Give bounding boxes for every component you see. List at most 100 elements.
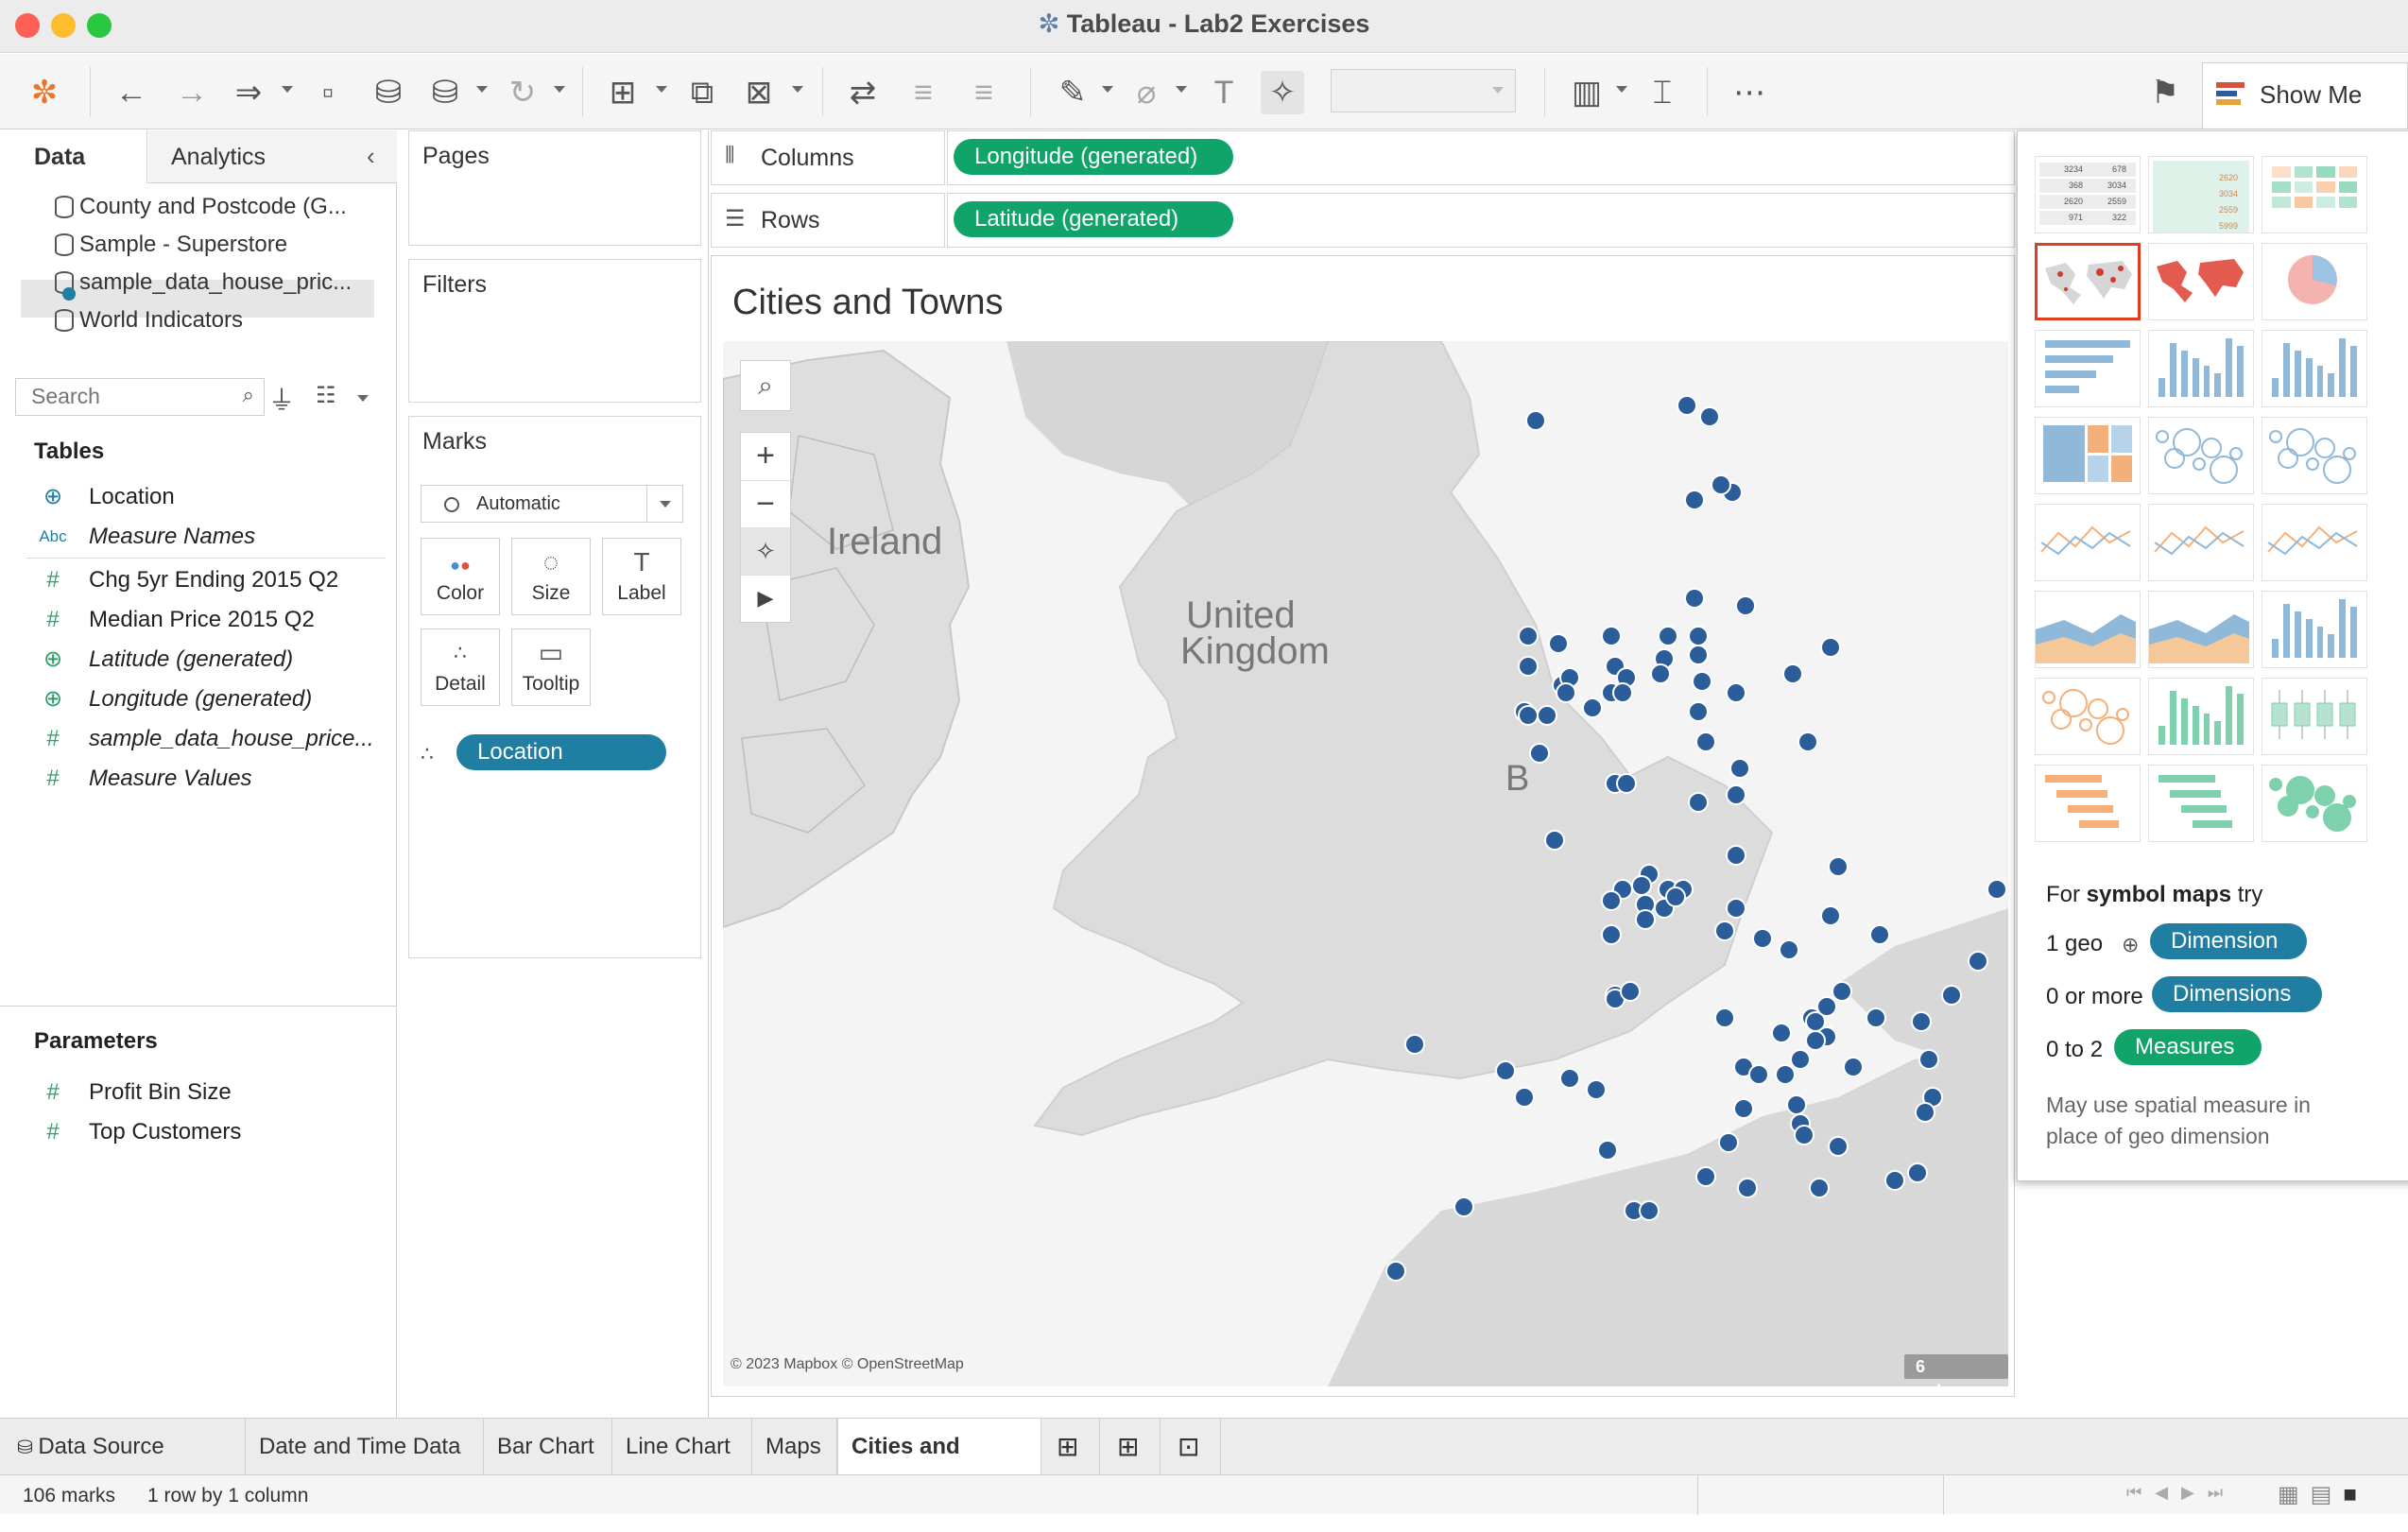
city-point[interactable] xyxy=(1718,1132,1739,1153)
city-point[interactable] xyxy=(1752,928,1773,949)
field-median-price[interactable]: # Median Price 2015 Q2 xyxy=(46,601,315,639)
show-me-thumb-boxplot[interactable] xyxy=(2262,678,2367,755)
group-members-icon[interactable]: ⌀ xyxy=(1125,71,1168,114)
show-me-thumb-heat[interactable] xyxy=(2262,156,2367,233)
city-point[interactable] xyxy=(1869,924,1890,945)
city-point[interactable] xyxy=(1677,395,1697,416)
city-point[interactable] xyxy=(1820,905,1841,926)
city-point[interactable] xyxy=(1779,939,1799,960)
city-point[interactable] xyxy=(1775,1064,1796,1085)
city-point[interactable] xyxy=(1907,1162,1928,1183)
city-point[interactable] xyxy=(1771,1023,1792,1043)
show-me-thumb-histogram[interactable] xyxy=(2148,678,2254,755)
city-point[interactable] xyxy=(1658,626,1678,646)
city-point[interactable] xyxy=(1987,879,2007,900)
field-location[interactable]: ⊕ Location xyxy=(43,478,175,516)
show-me-thumb-filledmap[interactable] xyxy=(2148,243,2254,320)
city-point[interactable] xyxy=(1809,1178,1830,1198)
city-point[interactable] xyxy=(1737,1178,1758,1198)
show-me-thumb-highlight[interactable]: 2620 3034 2559 5999 xyxy=(2148,156,2254,233)
sheet-navigation-icons[interactable]: ⏮◀▶⏭ xyxy=(2126,1483,2236,1503)
show-me-thumb-pie[interactable] xyxy=(2262,243,2367,320)
rows-shelf[interactable]: Latitude (generated) xyxy=(947,193,2015,248)
search-input[interactable] xyxy=(31,379,230,413)
tab-cities-and-towns[interactable]: Cities and Towns xyxy=(837,1419,1041,1516)
city-point[interactable] xyxy=(1601,924,1622,945)
city-point[interactable] xyxy=(1726,682,1746,703)
tab-analytics[interactable]: Analytics xyxy=(148,130,397,183)
city-point[interactable] xyxy=(1688,792,1709,813)
city-point[interactable] xyxy=(1692,671,1712,692)
tab-maps[interactable]: Maps xyxy=(752,1419,837,1475)
city-point[interactable] xyxy=(1612,682,1633,703)
city-point[interactable] xyxy=(1790,1049,1811,1070)
show-me-thumb-table[interactable]: 3234 678 368 3034 2620 2559 971 322 xyxy=(2035,156,2141,233)
tab-data[interactable]: Data xyxy=(0,130,147,183)
tableau-start-icon[interactable]: ✼ xyxy=(23,71,66,114)
data-source-item-selected[interactable]: sample_data_house_pric... xyxy=(55,265,352,301)
city-point[interactable] xyxy=(1688,626,1709,646)
city-point[interactable] xyxy=(1794,1125,1815,1145)
city-point[interactable] xyxy=(1385,1261,1406,1282)
show-me-button[interactable]: Show Me xyxy=(2202,62,2408,129)
map-search-icon[interactable]: ⌕ xyxy=(740,360,791,411)
location-detail-pill[interactable]: Location xyxy=(456,734,666,770)
show-mark-labels-icon[interactable]: T xyxy=(1202,71,1246,114)
city-point[interactable] xyxy=(1559,1068,1580,1089)
show-me-thumb-hbar[interactable] xyxy=(2035,330,2141,407)
expand-toolbar-icon[interactable]: ▶ xyxy=(741,575,790,622)
city-point[interactable] xyxy=(1525,410,1546,431)
search-field[interactable]: ⌕ xyxy=(15,378,265,416)
show-me-thumb-bubbles[interactable] xyxy=(2262,765,2367,842)
field-chg-5yr[interactable]: # Chg 5yr Ending 2015 Q2 xyxy=(46,561,338,599)
new-data-source-icon[interactable]: ⛁ xyxy=(367,71,410,114)
collapse-pane-icon[interactable]: ‹ xyxy=(367,142,375,171)
field-longitude[interactable]: ⊕ Longitude (generated) xyxy=(43,680,312,718)
city-point[interactable] xyxy=(1832,981,1852,1002)
field-record-count[interactable]: # sample_data_house_price... xyxy=(46,720,373,758)
parameter-profit-bin-size[interactable]: # Profit Bin Size xyxy=(46,1074,231,1111)
share-icon[interactable]: ⋯ xyxy=(1728,71,1771,114)
city-point[interactable] xyxy=(1620,981,1641,1002)
presentation-mode-icon[interactable]: ⌶ xyxy=(1641,71,1684,114)
map[interactable]: Ireland United Kingdom B ⌕ + − ✧ ▶ © 202… xyxy=(723,341,2008,1386)
show-me-thumb-circles[interactable] xyxy=(2148,417,2254,494)
mark-type-dropdown[interactable]: Automatic xyxy=(421,485,683,523)
new-story-tab-icon[interactable]: ⊡ xyxy=(1164,1419,1221,1475)
show-me-thumb-symbolmap[interactable] xyxy=(2035,243,2141,320)
parameter-top-customers[interactable]: # Top Customers xyxy=(46,1113,241,1151)
show-me-thumb-area[interactable] xyxy=(2035,591,2141,668)
city-point[interactable] xyxy=(1597,1140,1618,1161)
pause-updates-icon[interactable]: ⛁ xyxy=(423,71,467,114)
show-me-thumb-dualline[interactable] xyxy=(2148,504,2254,581)
city-point[interactable] xyxy=(1695,1166,1716,1187)
city-point[interactable] xyxy=(1714,1007,1735,1028)
redo-replay-icon[interactable]: ⇒ xyxy=(227,71,270,114)
city-point[interactable] xyxy=(1805,1030,1826,1051)
city-point[interactable] xyxy=(1699,406,1720,427)
detail-button[interactable]: ∴ Detail xyxy=(421,628,500,706)
pin-map-icon[interactable]: ✧ xyxy=(741,527,790,575)
field-measure-names[interactable]: Abc Measure Names xyxy=(39,518,255,556)
size-button[interactable]: ◌ Size xyxy=(511,538,591,615)
city-point[interactable] xyxy=(1915,1102,1935,1123)
highlight-icon[interactable]: ✎ xyxy=(1051,71,1094,114)
city-point[interactable] xyxy=(1786,1094,1807,1115)
city-point[interactable] xyxy=(1601,626,1622,646)
city-point[interactable] xyxy=(1518,626,1539,646)
city-point[interactable] xyxy=(1665,886,1686,907)
city-point[interactable] xyxy=(1684,490,1705,510)
data-source-item[interactable]: World Indicators xyxy=(55,302,243,338)
city-point[interactable] xyxy=(1828,1136,1849,1157)
unknown-indicator[interactable]: 6 unknown xyxy=(1904,1354,2008,1386)
city-point[interactable] xyxy=(1639,1200,1660,1221)
filters-card[interactable]: Filters xyxy=(408,259,701,403)
city-point[interactable] xyxy=(1518,705,1539,726)
tab-date-and-time-data[interactable]: Date and Time Data xyxy=(246,1419,484,1475)
city-point[interactable] xyxy=(1733,1098,1754,1119)
show-me-thumb-sidecircles[interactable] xyxy=(2262,417,2367,494)
zoom-out-icon[interactable]: − xyxy=(741,480,790,527)
show-me-thumb-bullet[interactable] xyxy=(2148,765,2254,842)
sort-descending-icon[interactable]: ≡ xyxy=(962,71,1006,114)
city-point[interactable] xyxy=(1714,921,1735,941)
